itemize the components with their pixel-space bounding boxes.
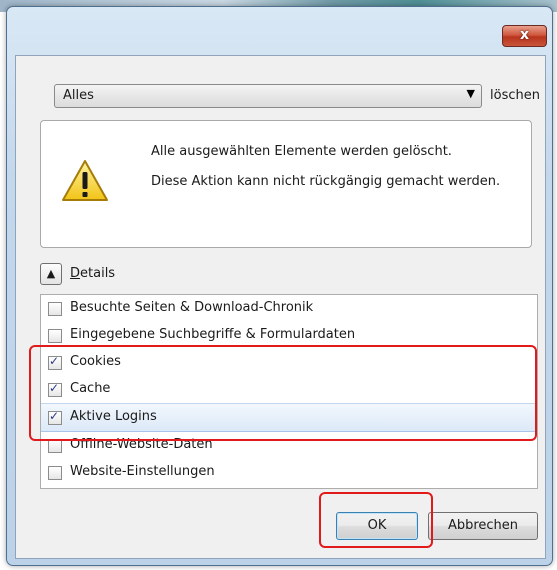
- checkbox[interactable]: [48, 439, 62, 453]
- checkbox[interactable]: [48, 409, 62, 425]
- time-range-value: Alles: [63, 88, 94, 103]
- list-item[interactable]: Cache: [41, 376, 537, 403]
- checkbox[interactable]: [48, 302, 62, 316]
- warning-text-1: Alle ausgewählten Elemente werden gelösc…: [151, 144, 452, 159]
- list-item-label: Aktive Logins: [70, 409, 157, 424]
- checkbox[interactable]: [48, 329, 62, 343]
- ok-button[interactable]: OK: [336, 512, 418, 540]
- checkbox[interactable]: [48, 381, 62, 397]
- list-item[interactable]: Eingegebene Suchbegriffe & Formulardaten: [41, 322, 537, 349]
- list-item[interactable]: Offline-Website-Daten: [41, 432, 537, 459]
- list-item-label: Cookies: [70, 354, 121, 369]
- list-item-label: Besuchte Seiten & Download-Chronik: [70, 300, 314, 315]
- title-bar[interactable]: [7, 7, 552, 37]
- list-item-label: Website-Einstellungen: [70, 464, 215, 479]
- list-item[interactable]: Website-Einstellungen: [41, 459, 537, 486]
- dialog-content: Alles ▼ löschen Alle ausgewählten Elemen…: [15, 55, 546, 559]
- checkbox[interactable]: [48, 466, 62, 480]
- checkbox[interactable]: [48, 354, 62, 370]
- list-item[interactable]: Besuchte Seiten & Download-Chronik: [41, 295, 537, 322]
- list-item-label: Cache: [70, 381, 111, 396]
- list-item-label: Eingegebene Suchbegriffe & Formulardaten: [70, 327, 356, 342]
- details-toggle-button[interactable]: ▲: [40, 263, 62, 285]
- history-items-list: Besuchte Seiten & Download-Chronik Einge…: [40, 294, 538, 489]
- cancel-button[interactable]: Abbrechen: [428, 512, 538, 540]
- time-range-label: löschen: [490, 88, 540, 103]
- list-item[interactable]: Aktive Logins: [41, 403, 537, 432]
- details-label[interactable]: Details: [70, 266, 115, 281]
- list-item[interactable]: Cookies: [41, 349, 537, 376]
- warning-text-2: Diese Aktion kann nicht rückgängig gemac…: [151, 174, 501, 189]
- warning-triangle-icon: [62, 160, 108, 201]
- time-range-select[interactable]: Alles ▼: [54, 84, 482, 108]
- close-button[interactable]: x: [502, 25, 547, 47]
- clear-history-dialog: x Alles ▼ löschen Alle ausgewählten Elem…: [6, 6, 553, 566]
- warning-box: Alle ausgewählten Elemente werden gelösc…: [40, 120, 532, 248]
- chevron-up-icon: ▲: [46, 267, 56, 280]
- close-icon: x: [519, 27, 530, 43]
- list-item-label: Offline-Website-Daten: [70, 437, 213, 452]
- chevron-down-icon: ▼: [466, 87, 475, 100]
